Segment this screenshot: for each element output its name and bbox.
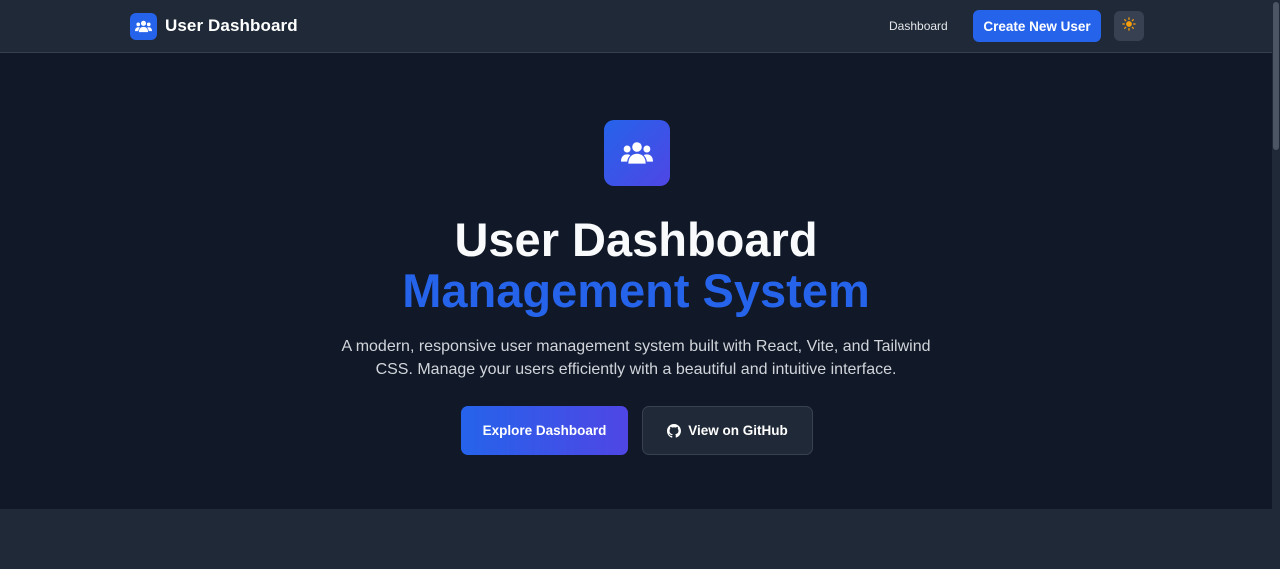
- users-icon: [604, 120, 670, 186]
- navbar: User Dashboard Dashboard Create New User: [0, 0, 1272, 53]
- nav-link-dashboard[interactable]: Dashboard: [889, 19, 948, 33]
- explore-dashboard-button[interactable]: Explore Dashboard: [461, 406, 628, 455]
- scrollbar-thumb[interactable]: [1273, 2, 1279, 150]
- brand[interactable]: User Dashboard: [130, 12, 298, 40]
- brand-title: User Dashboard: [165, 16, 298, 35]
- create-new-user-button[interactable]: Create New User: [973, 10, 1101, 42]
- hero-title: User Dashboard: [454, 213, 818, 266]
- sun-icon: [1122, 16, 1136, 36]
- github-button-label: View on GitHub: [688, 423, 788, 438]
- theme-toggle-button[interactable]: [1114, 11, 1144, 41]
- users-icon: [130, 12, 157, 40]
- page: User Dashboard Dashboard Create New User: [0, 0, 1280, 569]
- view-on-github-button[interactable]: View on GitHub: [642, 406, 813, 455]
- hero-section: User Dashboard Management System A moder…: [0, 53, 1272, 509]
- hero-subtitle: Management System: [402, 264, 870, 317]
- hero-description: A modern, responsive user management sys…: [341, 338, 931, 378]
- github-icon: [667, 423, 682, 438]
- lower-section: [0, 509, 1272, 569]
- scrollbar[interactable]: [1272, 0, 1280, 569]
